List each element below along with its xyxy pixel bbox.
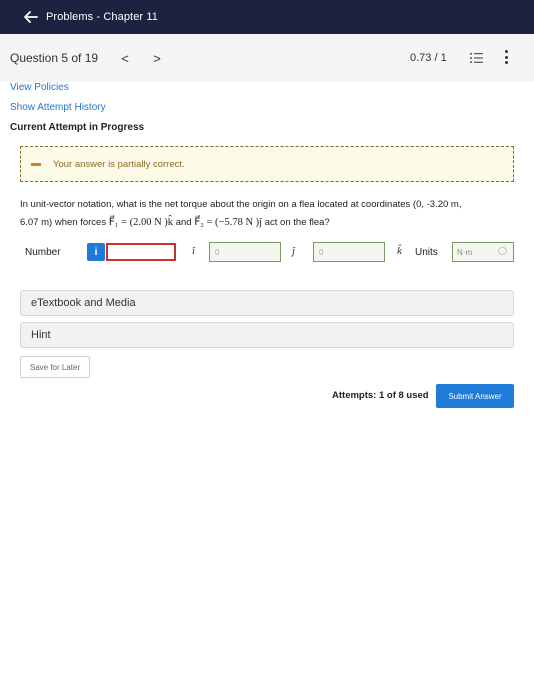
k-component-input[interactable]: 0 xyxy=(313,242,385,262)
j-component-input[interactable]: 0 xyxy=(209,242,281,262)
next-question-button[interactable]: > xyxy=(150,51,164,66)
view-policies-link[interactable]: View Policies xyxy=(10,82,69,93)
question-panel: View Policies Show Attempt History Curre… xyxy=(10,82,524,418)
force-2-expression: F⃗₂ = (−5.78 N )ĵ xyxy=(194,217,263,228)
select-chevron-icon: ◯ xyxy=(498,246,507,255)
answer-row: Number i î 0 ĵ 0 k̂ Units N·m ◯ xyxy=(20,240,514,266)
question-list-icon[interactable] xyxy=(470,51,483,63)
page-title: Problems - Chapter 11 xyxy=(46,11,158,23)
hint-section[interactable]: Hint xyxy=(20,322,514,348)
number-label: Number xyxy=(25,247,61,258)
feedback-text: Your answer is partially correct. xyxy=(53,158,185,170)
save-for-later-button[interactable]: Save for Later xyxy=(20,356,90,378)
question-text-part: and xyxy=(175,217,192,228)
question-line-1: In unit-vector notation, what is the net… xyxy=(20,199,462,210)
score-display: 0.73 / 1 xyxy=(410,52,447,64)
show-attempt-history-link[interactable]: Show Attempt History xyxy=(10,102,106,113)
feedback-banner: Your answer is partially correct. xyxy=(20,146,514,182)
question-text-part: 6.07 m) when forces xyxy=(20,217,107,228)
units-select[interactable]: N·m ◯ xyxy=(452,242,514,262)
question-text-part: act on the flea? xyxy=(264,217,330,228)
i-hat-symbol: î xyxy=(192,245,196,257)
units-label: Units xyxy=(415,247,438,258)
j-hat-symbol: ĵ xyxy=(292,245,296,257)
k-hat-symbol: k̂ xyxy=(397,245,402,257)
top-bar: Problems - Chapter 11 xyxy=(0,0,534,34)
submit-answer-button[interactable]: Submit Answer xyxy=(436,384,514,408)
units-value: N·m xyxy=(457,247,473,257)
current-attempt-label: Current Attempt in Progress xyxy=(10,122,145,133)
i-component-input[interactable] xyxy=(106,243,176,261)
question-number: Question 5 of 19 xyxy=(10,51,99,65)
etextbook-section[interactable]: eTextbook and Media xyxy=(20,290,514,316)
question-bar: Question 5 of 19 < > 0.73 / 1 xyxy=(0,34,534,82)
attempts-counter: Attempts: 1 of 8 used xyxy=(332,390,429,401)
info-icon[interactable]: i xyxy=(87,243,105,261)
question-text: In unit-vector notation, what is the net… xyxy=(20,196,514,232)
partial-correct-icon xyxy=(31,162,41,166)
prev-question-button[interactable]: < xyxy=(118,51,132,66)
back-arrow-icon[interactable] xyxy=(24,11,40,23)
question-line-2: 6.07 m) when forces F⃗₁ = (2.00 N )k̂ an… xyxy=(20,214,514,232)
force-1-expression: F⃗₁ = (2.00 N )k̂ xyxy=(108,217,174,228)
more-options-icon[interactable] xyxy=(503,50,509,64)
